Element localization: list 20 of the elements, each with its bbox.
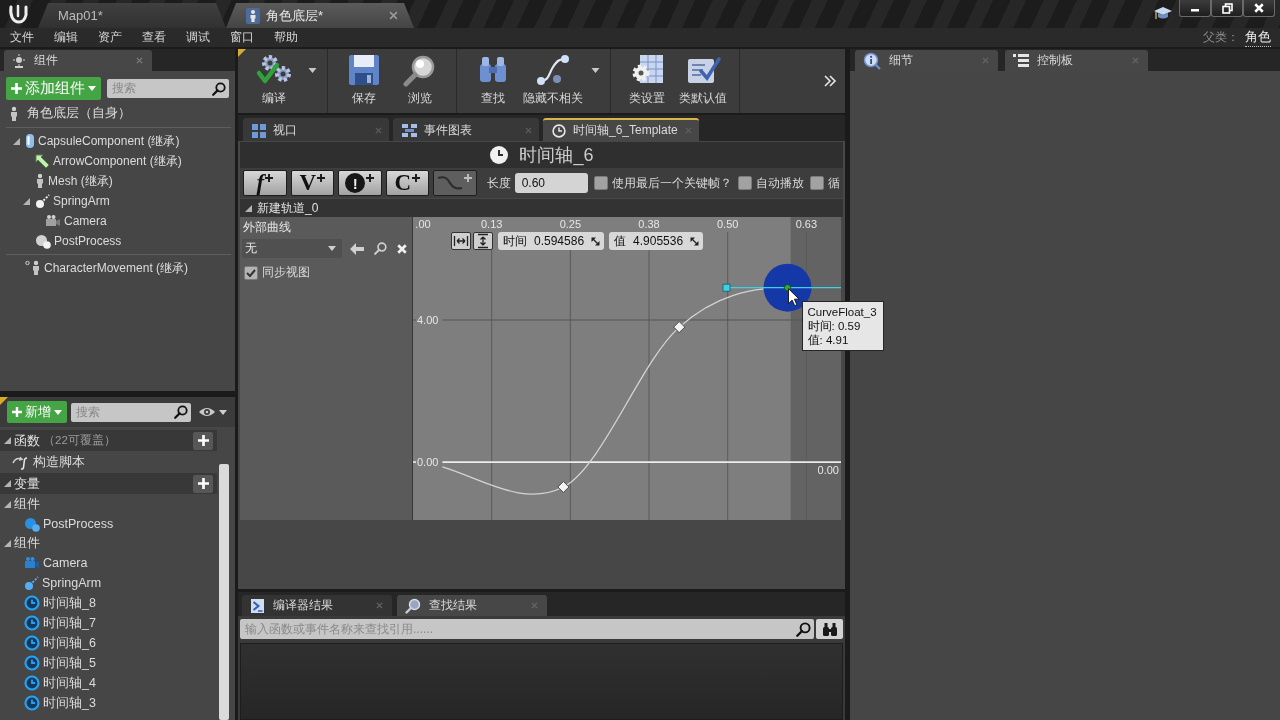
axis-tick-label: 0.63 <box>795 218 818 230</box>
section-note: （22可覆盖） <box>43 433 116 448</box>
external-curve-label: 外部曲线 <box>242 219 291 236</box>
checkbox-label: 同步视图 <box>262 264 310 281</box>
value-label: 0.00 <box>817 464 839 477</box>
axis-tick-label: 0.25 <box>559 218 582 230</box>
axis-tick-label: 0.50 <box>717 218 739 230</box>
timeline-title: 时间轴_6 <box>519 144 594 167</box>
axis-tick-label: 0.00 <box>416 456 443 469</box>
length-label: 长度 <box>486 174 511 192</box>
checkbox-label: 自动播放 <box>756 174 804 192</box>
axis-tick-label: .00 <box>415 218 431 230</box>
parent-class-label: 父类： <box>1203 29 1239 46</box>
axis-tick-label: 0.38 <box>638 218 660 230</box>
y-tick-label: 4.00 <box>417 314 439 327</box>
axis-tick-label: 0.13 <box>480 218 503 230</box>
checkbox-label: 循 <box>828 174 840 192</box>
axis-tick-label: 4.00 <box>416 314 443 326</box>
y-tick-label: 0.00 <box>417 456 439 469</box>
checkbox-label: 使用最后一个关键帧？ <box>612 174 732 192</box>
